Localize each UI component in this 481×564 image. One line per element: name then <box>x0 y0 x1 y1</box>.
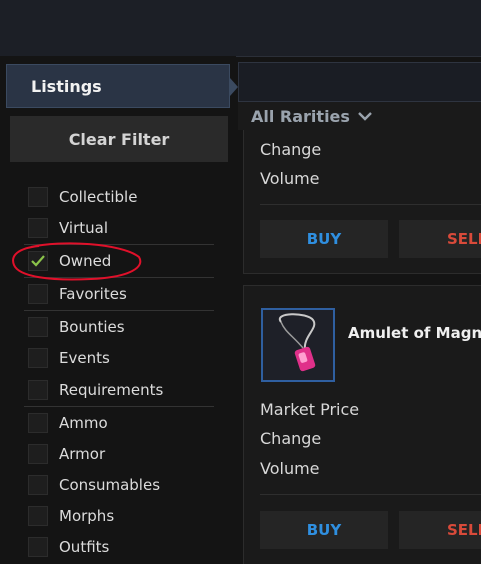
rarity-label: All Rarities <box>251 106 350 126</box>
filter-label: Consumables <box>59 476 161 494</box>
filter-virtual[interactable]: Virtual <box>24 213 108 243</box>
filter-label: Outfits <box>59 538 110 556</box>
checkbox[interactable] <box>28 537 48 557</box>
checkbox[interactable] <box>28 475 48 495</box>
filter-requirements[interactable]: Requirements <box>24 375 163 405</box>
filter-consumables[interactable]: Consumables <box>24 470 160 500</box>
card-divider <box>260 494 481 495</box>
rarity-dropdown[interactable]: All Rarities <box>238 102 481 130</box>
sell-button[interactable]: SELL <box>399 511 481 549</box>
checkbox[interactable] <box>28 444 48 464</box>
checkbox[interactable] <box>28 413 48 433</box>
stat-label: Change <box>260 140 322 159</box>
sell-label: SELL <box>447 230 481 248</box>
top-bar <box>0 0 481 57</box>
filter-label: Armor <box>59 445 106 463</box>
listing-card: Change Volume BUY SELL <box>243 130 481 274</box>
filter-label: Favorites <box>59 285 127 303</box>
filter-label: Ammo <box>59 414 108 432</box>
buy-button[interactable]: BUY <box>260 220 388 258</box>
filter-label: Collectible <box>59 188 138 206</box>
sell-label: SELL <box>447 521 481 539</box>
filter-collectible[interactable]: Collectible <box>24 182 137 212</box>
amulet-icon[interactable] <box>261 308 335 382</box>
checkbox[interactable] <box>28 380 48 400</box>
checkbox[interactable] <box>28 218 48 238</box>
filter-divider <box>24 310 214 311</box>
checkbox[interactable] <box>28 317 48 337</box>
sell-button[interactable]: SELL <box>399 220 481 258</box>
buy-label: BUY <box>306 230 342 248</box>
filter-events[interactable]: Events <box>24 343 110 373</box>
filter-label: Requirements <box>59 381 164 399</box>
stat-label: Volume <box>260 169 320 188</box>
filter-ammo[interactable]: Ammo <box>24 408 108 438</box>
checkbox[interactable] <box>28 348 48 368</box>
clear-filter-button[interactable]: Clear Filter <box>10 116 228 162</box>
listing-card: Amulet of Magne Market Price Change Volu… <box>243 285 481 564</box>
filter-armor[interactable]: Armor <box>24 439 105 469</box>
buy-label: BUY <box>306 521 342 539</box>
stat-label: Market Price <box>260 400 360 419</box>
tab-arrow-indicator <box>230 78 238 96</box>
checkbox[interactable] <box>28 187 48 207</box>
search-bar[interactable] <box>238 62 481 102</box>
stat-label: Volume <box>260 459 320 478</box>
stat-label: Change <box>260 429 322 448</box>
filter-morphs[interactable]: Morphs <box>24 501 114 531</box>
filter-label: Morphs <box>59 507 115 525</box>
filter-outfits[interactable]: Outfits <box>24 532 109 562</box>
card-divider <box>260 204 481 205</box>
clear-filter-label: Clear Filter <box>68 129 170 149</box>
red-annotation-circle <box>12 242 142 281</box>
tab-listings-label: Listings <box>31 76 102 96</box>
buy-button[interactable]: BUY <box>260 511 388 549</box>
filter-bounties[interactable]: Bounties <box>24 312 125 342</box>
checkbox[interactable] <box>28 284 48 304</box>
filter-label: Events <box>59 349 110 367</box>
tab-listings[interactable]: Listings <box>6 64 230 108</box>
item-name: Amulet of Magne <box>348 324 481 342</box>
chevron-down-icon <box>358 112 372 121</box>
filter-label: Virtual <box>59 219 109 237</box>
checkbox[interactable] <box>28 506 48 526</box>
filter-label: Bounties <box>59 318 125 336</box>
filter-divider <box>24 406 214 407</box>
filter-favorites[interactable]: Favorites <box>24 279 127 309</box>
